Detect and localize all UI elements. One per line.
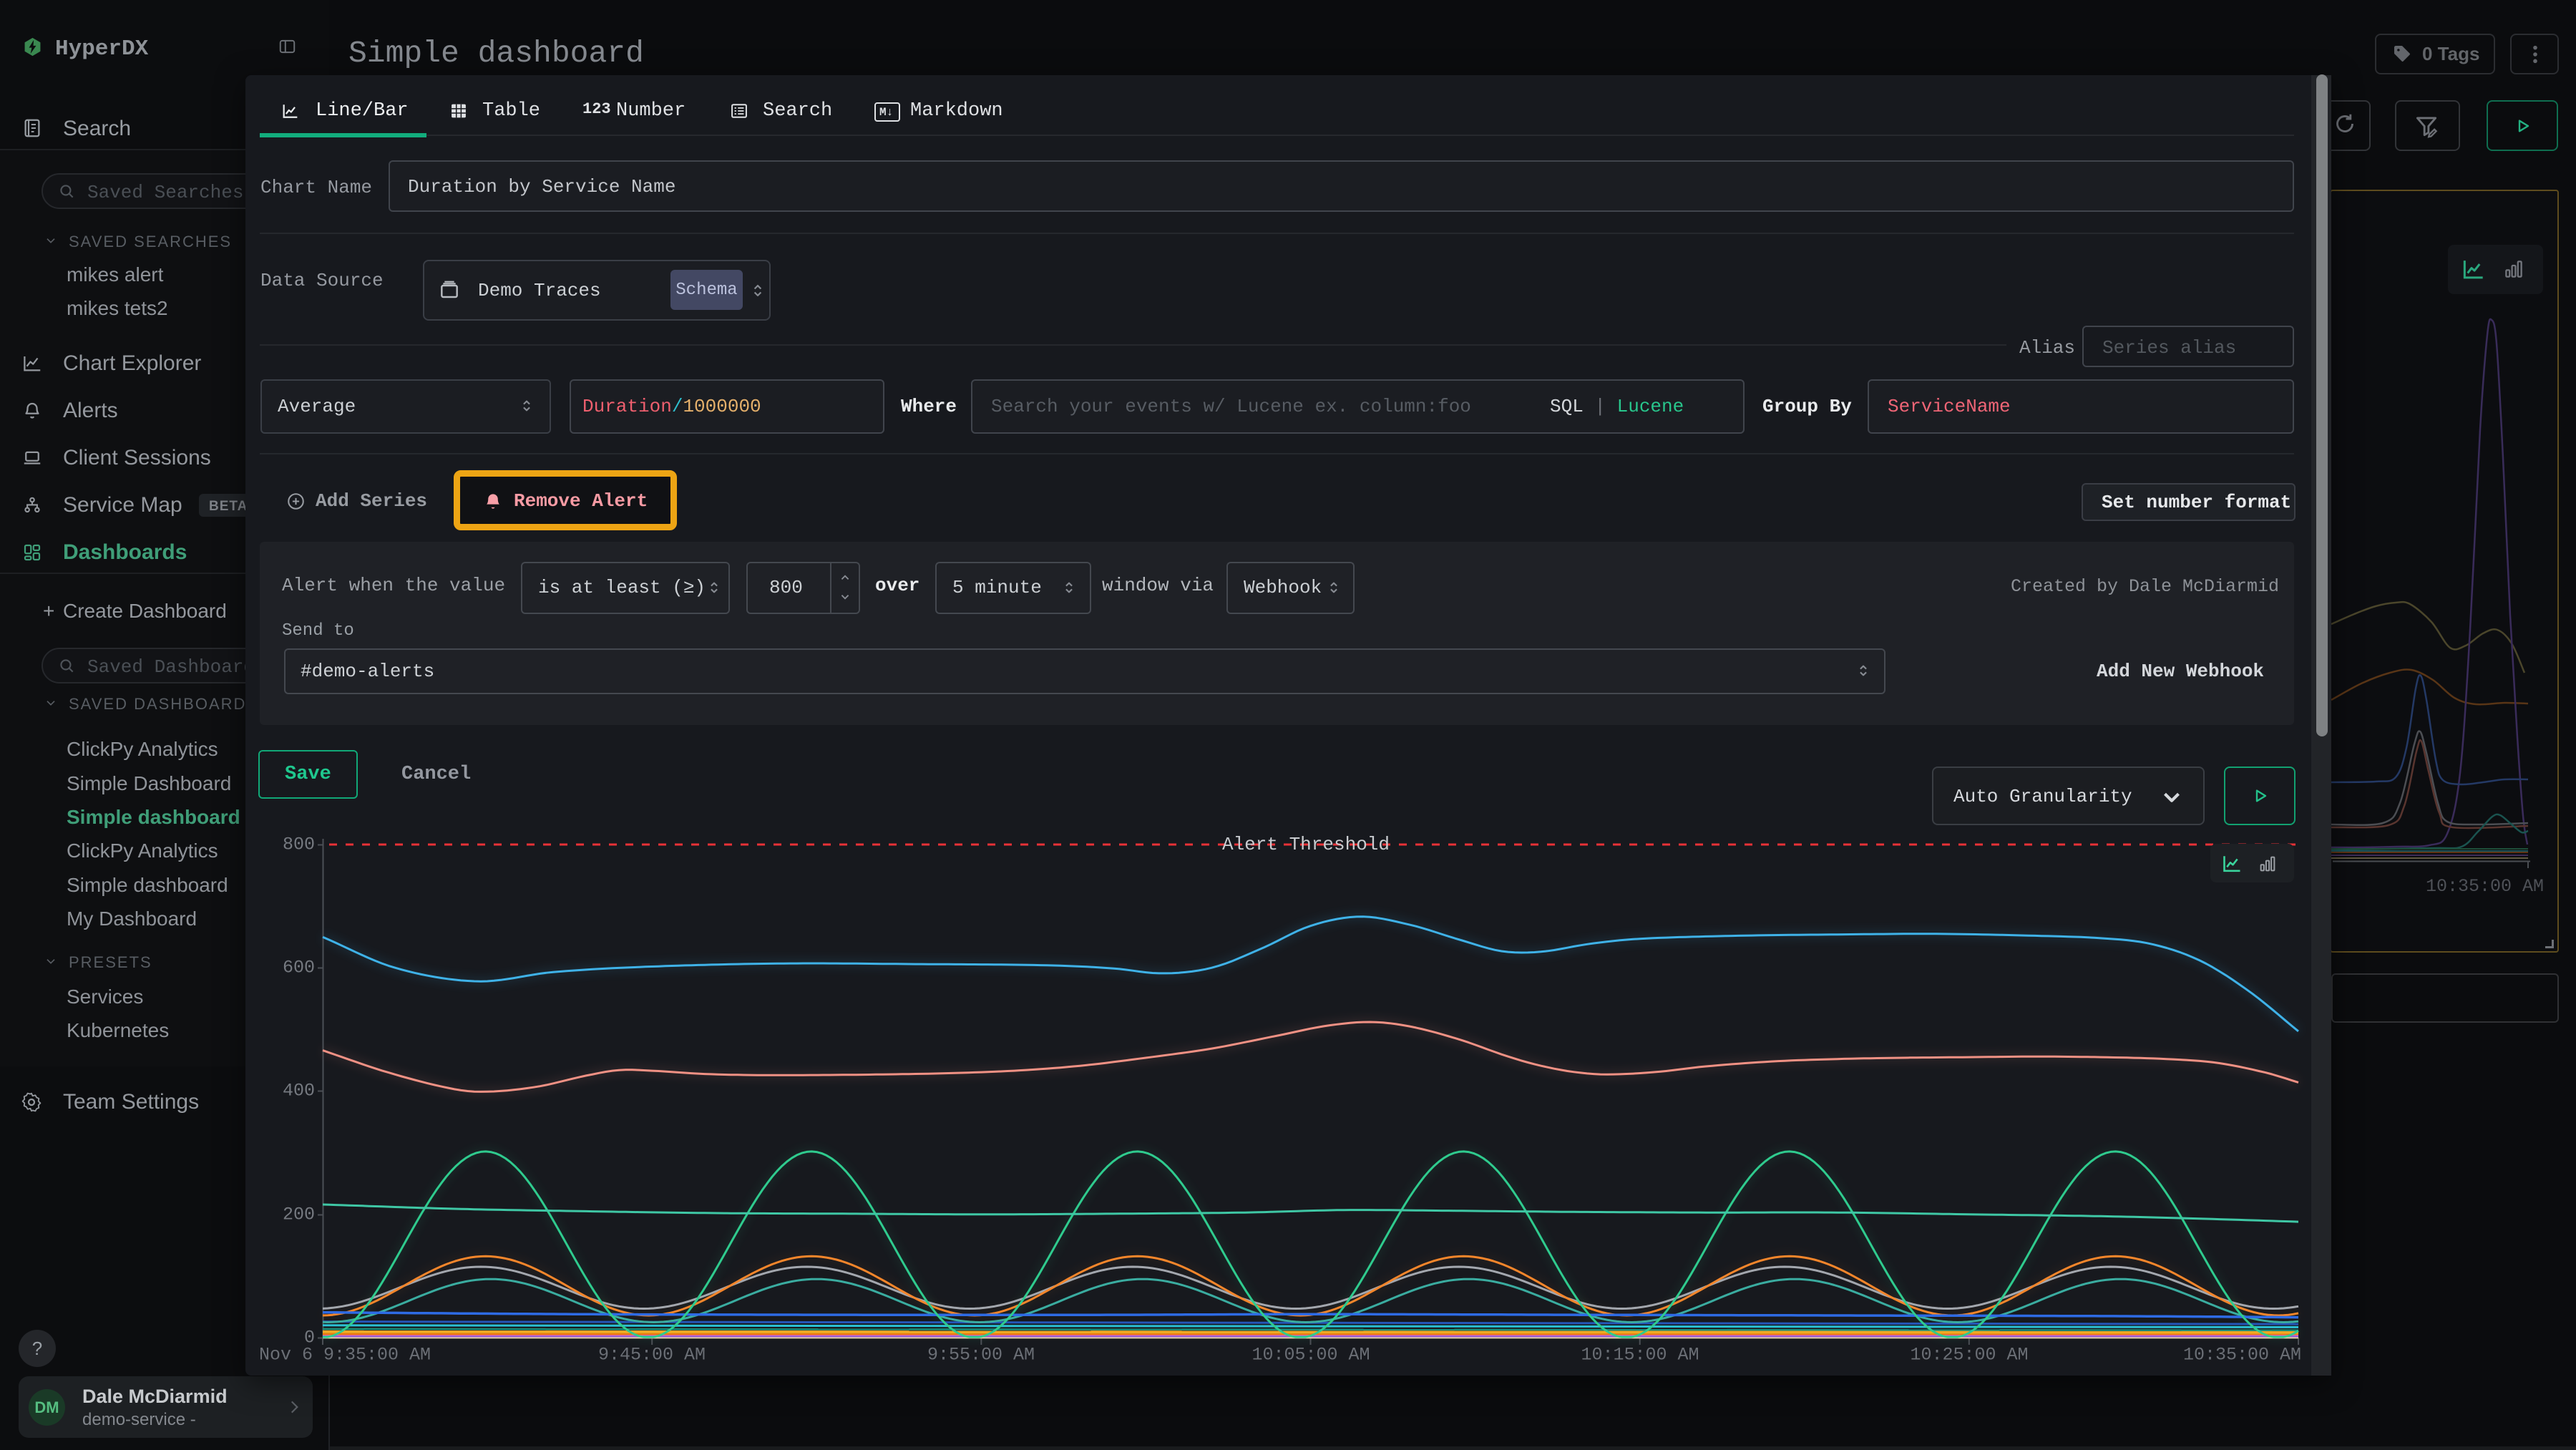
svg-text:10:35:00 AM: 10:35:00 AM xyxy=(2183,1345,2301,1366)
svg-text:10:25:00 AM: 10:25:00 AM xyxy=(1910,1345,2028,1366)
svg-text:800: 800 xyxy=(283,835,315,855)
svg-text:Alert Threshold: Alert Threshold xyxy=(1222,834,1390,855)
svg-text:400: 400 xyxy=(283,1081,315,1101)
svg-text:9:45:00 AM: 9:45:00 AM xyxy=(598,1345,706,1366)
svg-text:Nov 6 9:35:00 AM: Nov 6 9:35:00 AM xyxy=(259,1345,431,1366)
svg-text:200: 200 xyxy=(283,1205,315,1225)
svg-text:600: 600 xyxy=(283,958,315,978)
svg-text:10:15:00 AM: 10:15:00 AM xyxy=(1581,1345,1699,1366)
svg-text:9:55:00 AM: 9:55:00 AM xyxy=(927,1345,1035,1366)
svg-text:10:05:00 AM: 10:05:00 AM xyxy=(1252,1345,1370,1366)
